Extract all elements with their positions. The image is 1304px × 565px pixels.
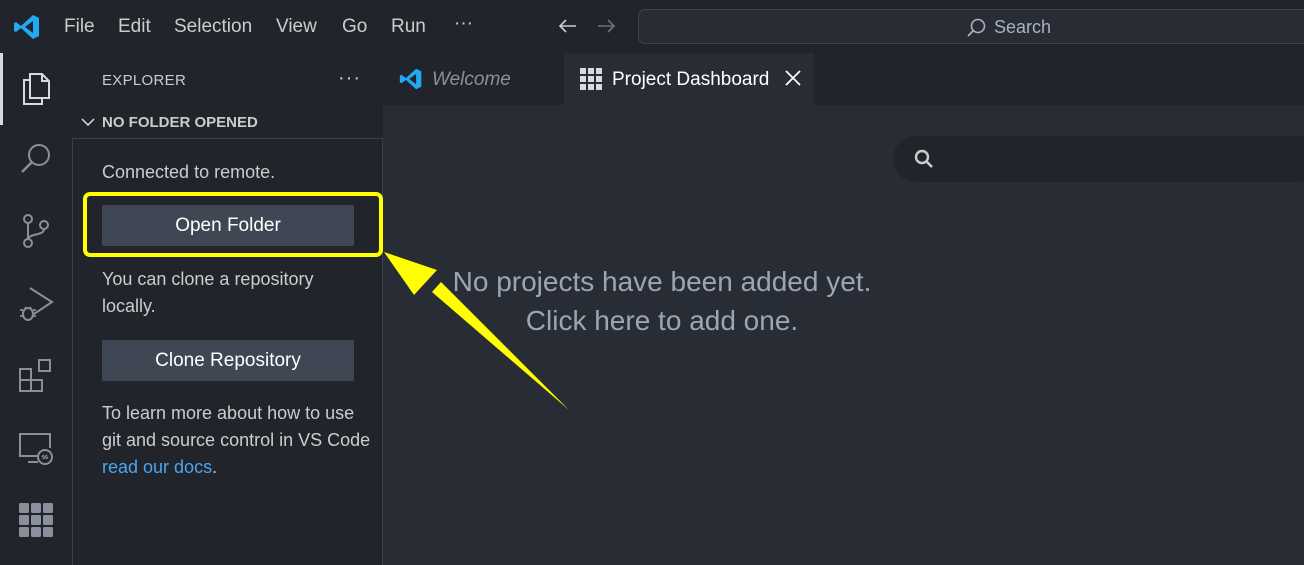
search-icon[interactable]: [16, 139, 56, 179]
explorer-title: EXPLORER: [102, 72, 187, 89]
source-control-icon[interactable]: [16, 211, 56, 251]
extensions-icon[interactable]: [16, 355, 56, 395]
no-folder-section-header[interactable]: NO FOLDER OPENED: [72, 109, 383, 135]
tab-project-dashboard-label: Project Dashboard: [612, 69, 770, 90]
activity-bar: [0, 53, 72, 565]
close-icon[interactable]: [783, 68, 803, 88]
run-debug-icon[interactable]: [16, 283, 56, 323]
search-icon: [914, 149, 933, 168]
tab-welcome[interactable]: Welcome: [383, 53, 564, 105]
menu-go[interactable]: Go: [342, 16, 367, 38]
menu-selection[interactable]: Selection: [174, 16, 252, 38]
clone-repository-button[interactable]: Clone Repository: [102, 340, 354, 381]
active-indicator: [0, 53, 3, 125]
menu-edit[interactable]: Edit: [118, 16, 151, 38]
empty-projects-message[interactable]: No projects have been added yet. Click h…: [383, 262, 941, 340]
arrow-left-icon[interactable]: [556, 14, 580, 38]
tab-welcome-label: Welcome: [432, 69, 511, 90]
section-title: NO FOLDER OPENED: [102, 114, 258, 131]
learn-more-prefix: To learn more about how to use git and s…: [102, 403, 371, 450]
vscode-logo-icon: [399, 68, 422, 90]
read-docs-link[interactable]: read our docs: [102, 457, 212, 477]
connected-text: Connected to remote.: [102, 162, 276, 182]
menu-view[interactable]: View: [276, 16, 317, 38]
remote-explorer-icon[interactable]: [16, 428, 56, 468]
project-dashboard-icon[interactable]: [16, 500, 56, 540]
grid-icon: [580, 68, 602, 90]
title-bar: File Edit Selection View Go Run ··· Sear…: [0, 0, 1304, 53]
menu-run[interactable]: Run: [391, 16, 426, 38]
learn-more-suffix: .: [212, 457, 218, 477]
project-filter-input[interactable]: [893, 136, 1304, 182]
project-dashboard-editor: No projects have been added yet. Click h…: [383, 105, 1304, 565]
clone-text: You can clone a repository locally.: [102, 269, 314, 316]
chevron-down-icon: [81, 118, 95, 127]
empty-message-line-1: No projects have been added yet.: [452, 266, 872, 297]
editor-tab-bar: Welcome Project Dashboard: [383, 53, 1304, 105]
tab-project-dashboard[interactable]: Project Dashboard: [564, 53, 814, 105]
command-center-search[interactable]: Search: [638, 9, 1304, 44]
open-folder-highlight-annotation: [83, 192, 383, 257]
search-label: Search: [994, 17, 1052, 37]
learn-more-text: To learn more about how to use git and s…: [102, 400, 372, 481]
menu-more[interactable]: ···: [454, 13, 473, 35]
arrow-right-icon[interactable]: [594, 14, 618, 38]
files-icon[interactable]: [16, 68, 56, 108]
explorer-sidebar: EXPLORER ··· NO FOLDER OPENED Connected …: [72, 53, 383, 565]
vscode-logo-icon[interactable]: [13, 13, 41, 41]
search-icon: [967, 18, 986, 37]
empty-message-line-2: Click here to add one.: [525, 305, 799, 336]
explorer-more-button[interactable]: ···: [338, 67, 361, 90]
menu-file[interactable]: File: [64, 16, 95, 38]
